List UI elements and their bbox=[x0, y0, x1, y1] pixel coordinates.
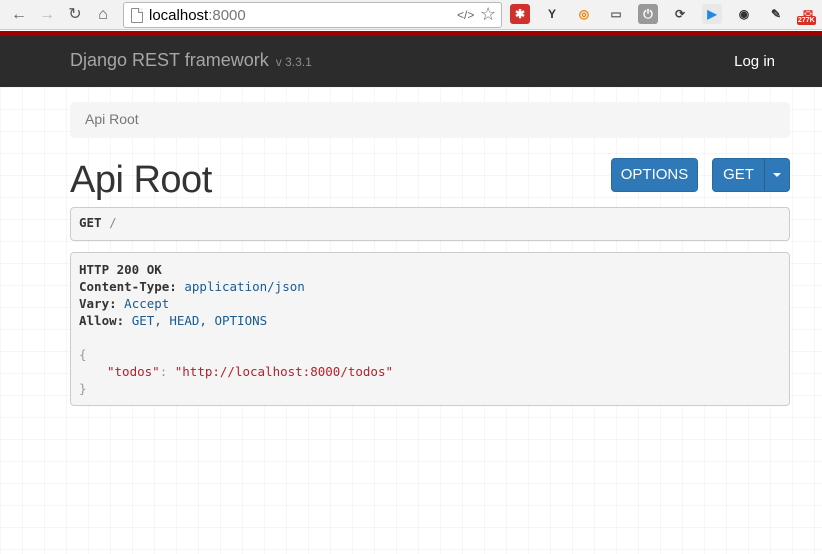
json-key: "todos" bbox=[107, 364, 160, 379]
yc-extension-icon[interactable]: Y bbox=[542, 4, 562, 24]
version-label: v 3.3.1 bbox=[275, 55, 312, 69]
power-extension-icon[interactable]: ⏻ bbox=[638, 4, 658, 24]
url-text[interactable]: localhost:8000 bbox=[149, 7, 246, 24]
response-info: HTTP 200 OK Content-Type: application/js… bbox=[70, 252, 790, 406]
eyedropper-extension-icon[interactable]: ✎ bbox=[766, 4, 786, 24]
address-bar[interactable]: localhost:8000 </> ☆ bbox=[123, 2, 502, 28]
breadcrumb: Api Root bbox=[70, 102, 790, 138]
json-close-brace: } bbox=[79, 381, 87, 396]
navbar: Django REST framework v 3.3.1 Log in bbox=[0, 36, 822, 87]
todos-link[interactable]: "http://localhost:8000/todos" bbox=[175, 364, 393, 379]
page-title: Api Root bbox=[70, 159, 212, 201]
view-source-icon[interactable]: </> bbox=[457, 8, 474, 22]
request-path: / bbox=[109, 215, 117, 230]
response-header: Content-Type: application/json bbox=[79, 279, 305, 294]
response-header: Allow: GET, HEAD, OPTIONS bbox=[79, 313, 268, 328]
json-open-brace: { bbox=[79, 347, 87, 362]
aperture-extension-icon[interactable]: ◉ bbox=[734, 4, 754, 24]
lastpass-extension-icon[interactable]: ✱ bbox=[510, 4, 530, 24]
gmail-extension-icon[interactable]: ✉ 277K bbox=[797, 4, 818, 25]
back-button[interactable]: ← bbox=[8, 4, 30, 26]
response-status: HTTP 200 OK bbox=[79, 262, 162, 277]
sync-extension-icon[interactable]: ⟳ bbox=[670, 4, 690, 24]
json-line: "todos": "http://localhost:8000/todos" bbox=[107, 364, 393, 379]
reload-button[interactable]: ↻ bbox=[64, 4, 86, 26]
cast-extension-icon[interactable]: ▭ bbox=[606, 4, 626, 24]
get-format-dropdown-button[interactable] bbox=[764, 158, 790, 192]
forward-button[interactable]: → bbox=[36, 4, 58, 26]
home-button[interactable]: ⌂ bbox=[92, 4, 114, 26]
response-header: Vary: Accept bbox=[79, 296, 170, 311]
get-button[interactable]: GET bbox=[712, 158, 765, 192]
caret-down-icon bbox=[773, 173, 781, 178]
options-button[interactable]: OPTIONS bbox=[611, 158, 698, 192]
swirl-extension-icon[interactable]: ◎ bbox=[574, 4, 594, 24]
brand[interactable]: Django REST framework v 3.3.1 bbox=[70, 50, 312, 71]
page-content: Api Root Api Root OPTIONS GET GET / HTTP… bbox=[0, 87, 822, 554]
browser-toolbar: ← → ↻ ⌂ localhost:8000 </> ☆ ✱ Y ◎ ▭ ⏻ ⟳ ▶ ◉ ✎ ✉ 2… bbox=[0, 0, 822, 30]
request-info: GET / bbox=[70, 207, 790, 241]
request-method: GET bbox=[79, 215, 102, 230]
play-extension-icon[interactable]: ▶ bbox=[702, 4, 722, 24]
breadcrumb-item-api-root: Api Root bbox=[85, 111, 139, 127]
login-link[interactable]: Log in bbox=[734, 53, 775, 70]
unread-count-badge: 277K bbox=[797, 16, 816, 25]
bookmark-star-icon[interactable]: ☆ bbox=[480, 4, 496, 25]
page-icon bbox=[131, 8, 143, 23]
